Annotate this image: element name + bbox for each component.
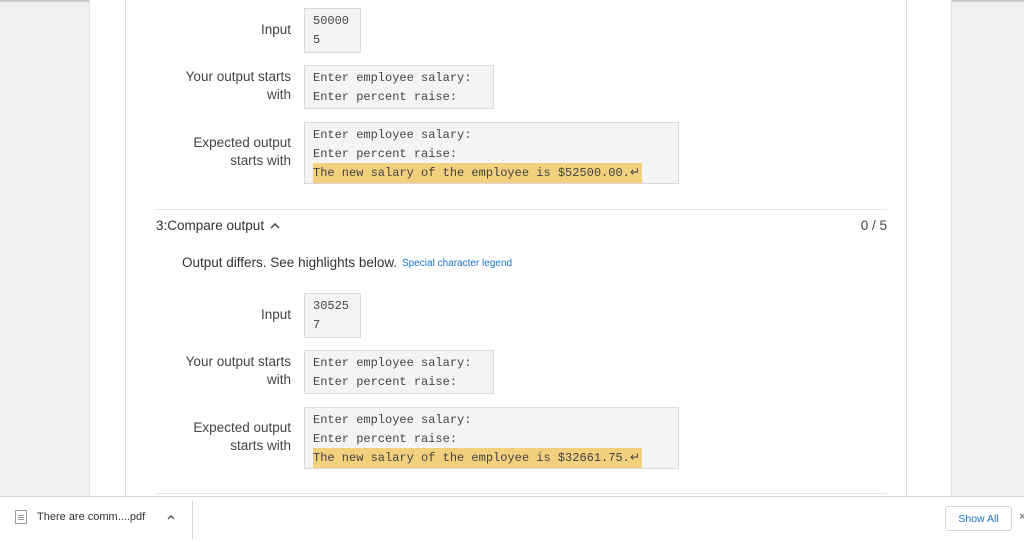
output-line: Enter employee salary: [313, 128, 472, 142]
output-differs-text: Output differs. See highlights below. [182, 255, 398, 270]
download-bar: There are comm....pdf Show All × [0, 496, 1024, 542]
input-line: 50000 [313, 14, 350, 28]
your-output-box: Enter employee salary: Enter percent rais… [304, 65, 494, 109]
input-label: Input [260, 22, 291, 37]
label-line: with [266, 87, 291, 102]
close-icon[interactable]: × [1019, 511, 1024, 523]
label-line: Your output starts [185, 354, 291, 369]
return-icon: ↵ [629, 165, 640, 179]
output-line: Enter percent raise: [313, 146, 458, 161]
expected-output-box: Enter employee salary: Enter percent rais… [304, 122, 679, 184]
label-line: Your output starts [185, 69, 291, 84]
label-line: starts with [230, 153, 291, 168]
input-box: 30525 7 [304, 293, 361, 338]
label-line: with [266, 372, 291, 387]
input-label: Input [260, 307, 291, 322]
your-output-label: Your output starts with [0, 353, 291, 389]
test-3-score: 0 / 5 [860, 218, 887, 233]
your-output-box: Enter employee salary: Enter percent rais… [304, 350, 494, 394]
output-line: Enter employee salary: [313, 71, 472, 85]
output-line: Enter percent raise: [313, 374, 458, 389]
divider [192, 501, 193, 539]
output-line: Enter percent raise: [313, 431, 458, 446]
download-item[interactable]: There are comm....pdf [15, 510, 175, 524]
test-3-heading: 3:Compare output [156, 218, 265, 233]
expected-output-label: Expected output starts with [0, 134, 291, 170]
expected-output-box: Enter employee salary: Enter percent rais… [304, 407, 679, 469]
input-line: 5 [313, 32, 321, 47]
input-box: 50000 5 [304, 8, 361, 53]
label-line: Expected output [193, 135, 291, 150]
download-file-name: There are comm....pdf [37, 511, 146, 523]
divider [155, 209, 887, 210]
divider [155, 493, 887, 494]
label-line: starts with [230, 438, 291, 453]
return-icon: ↵ [629, 450, 640, 464]
label-line: Expected output [193, 420, 291, 435]
output-line: Enter percent raise: [313, 89, 458, 104]
chevron-up-icon [270, 220, 280, 232]
highlighted-line: The new salary of the employee is $52500… [313, 166, 630, 180]
output-line: Enter employee salary: [313, 356, 472, 370]
show-all-button[interactable]: Show All [945, 506, 1012, 531]
chevron-up-icon[interactable] [167, 512, 175, 523]
page-background: Input 50000 5 Your output starts with Ente… [0, 0, 1024, 496]
output-line: Enter employee salary: [313, 413, 472, 427]
highlighted-line: The new salary of the employee is $32661… [313, 451, 630, 465]
test-3-toggle[interactable]: 3:Compare output [156, 218, 280, 233]
diff-highlight: The new salary of the employee is $32661… [313, 448, 642, 468]
special-character-legend-link[interactable]: Special character legend [402, 258, 512, 269]
input-line: 30525 [313, 299, 350, 313]
input-line: 7 [313, 317, 321, 332]
your-output-label: Your output starts with [0, 68, 291, 104]
pdf-file-icon [15, 510, 27, 524]
expected-output-label: Expected output starts with [0, 419, 291, 455]
diff-highlight: The new salary of the employee is $52500… [313, 163, 642, 183]
